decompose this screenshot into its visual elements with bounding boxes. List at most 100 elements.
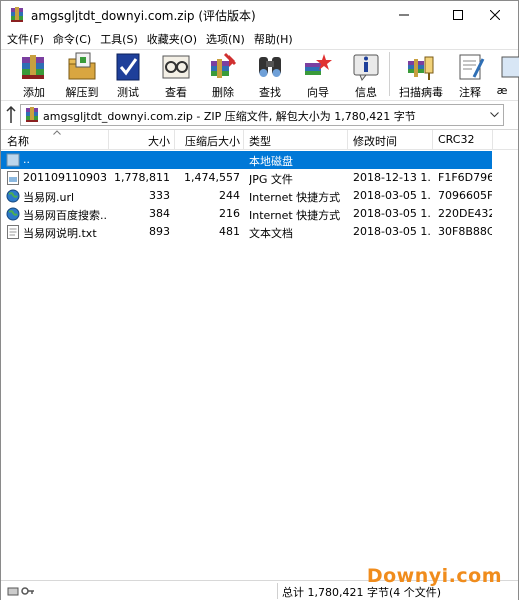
column-type[interactable]: 类型	[249, 133, 271, 149]
add-archive-icon	[22, 55, 44, 79]
title-bar[interactable]: amgsgljtdt_downyi.com.zip (评估版本)	[1, 1, 518, 28]
column-name[interactable]: 名称	[7, 133, 29, 149]
column-size[interactable]: 大小	[109, 133, 170, 149]
file-type: 文本文档	[249, 227, 293, 240]
key-icon	[21, 587, 34, 595]
file-packed-size: 481	[219, 225, 240, 238]
column-divider[interactable]	[243, 130, 244, 150]
file-packed-size: 216	[219, 207, 240, 220]
file-modified: 2018-03-05 1...	[353, 189, 431, 202]
column-header-row: 名称 大小 压缩后大小 类型 修改时间 CRC32	[1, 130, 518, 150]
info-label: 信息	[355, 86, 377, 99]
archive-path-text: amgsgljtdt_downyi.com.zip - ZIP 压缩文件, 解包…	[43, 110, 416, 123]
file-list: 名称 大小 压缩后大小 类型 修改时间 CRC32 .. 本地磁盘 201109…	[1, 129, 518, 579]
file-type: Internet 快捷方式	[249, 191, 341, 204]
overflow-label: æ	[496, 84, 508, 97]
file-row[interactable]: 20110911090345 1,778,811 1,474,557 JPG 文…	[1, 169, 492, 187]
file-crc: 7096605F	[438, 189, 492, 202]
menu-tools[interactable]: 工具(S)	[96, 28, 143, 48]
delete-icon	[211, 52, 237, 78]
more-tools-icon	[501, 56, 519, 78]
add-button[interactable]: 添加	[12, 50, 56, 100]
up-one-level-icon[interactable]	[4, 105, 18, 125]
virus-scan-icon	[408, 56, 434, 80]
wizard-button[interactable]: 向导	[296, 50, 340, 100]
file-size: 333	[149, 189, 170, 202]
file-modified: 2018-12-13 1...	[353, 171, 431, 184]
file-modified: 2018-03-05 1...	[353, 207, 431, 220]
column-divider[interactable]	[432, 130, 433, 150]
file-type: 本地磁盘	[249, 155, 293, 168]
archive-path-field[interactable]: amgsgljtdt_downyi.com.zip - ZIP 压缩文件, 解包…	[20, 104, 504, 126]
file-type: Internet 快捷方式	[249, 209, 341, 222]
minimize-button[interactable]	[381, 1, 427, 28]
file-row-parent[interactable]: .. 本地磁盘	[1, 151, 492, 169]
window-title: amgsgljtdt_downyi.com.zip (评估版本)	[31, 9, 256, 23]
jpg-file-icon	[7, 171, 19, 185]
view-icon	[162, 55, 190, 79]
info-button[interactable]: 信息	[344, 50, 388, 100]
file-name: 当易网.url	[23, 191, 75, 204]
toolbar-overflow-button[interactable]: æ	[494, 50, 519, 100]
sort-ascending-icon	[53, 130, 61, 135]
maximize-icon	[453, 9, 463, 20]
virus-scan-button[interactable]: 扫描病毒	[399, 50, 443, 100]
disk-icon	[7, 587, 19, 596]
menu-bar: 文件(F) 命令(C) 工具(S) 收藏夹(O) 选项(N) 帮助(H)	[1, 28, 518, 48]
file-packed-size: 1,474,557	[184, 171, 240, 184]
toolbar: 添加 解压到 测试 查看 删除 查找 向导 信息 扫描病毒 注释 æ	[1, 49, 519, 100]
file-row[interactable]: 当易网说明.txt 893 481 文本文档 2018-03-05 1... 3…	[1, 223, 492, 241]
info-icon	[353, 54, 379, 81]
file-name: 20110911090345	[23, 171, 106, 184]
file-crc: 30F8B88C	[438, 225, 492, 238]
comment-label: 注释	[459, 86, 481, 99]
toolbar-separator	[389, 52, 390, 96]
test-button[interactable]: 测试	[106, 50, 150, 100]
file-size: 1,778,811	[114, 171, 170, 184]
minimize-icon	[399, 14, 409, 15]
file-row[interactable]: 当易网.url 333 244 Internet 快捷方式 2018-03-05…	[1, 187, 492, 205]
close-icon	[490, 9, 500, 20]
archive-file-icon	[26, 107, 38, 122]
view-button[interactable]: 查看	[154, 50, 198, 100]
close-button[interactable]	[472, 1, 518, 28]
watermark-logo: Downyi.com	[366, 565, 502, 587]
file-type: JPG 文件	[249, 173, 293, 186]
test-icon	[116, 53, 140, 81]
find-button[interactable]: 查找	[248, 50, 292, 100]
menu-help[interactable]: 帮助(H)	[250, 28, 298, 48]
menu-favorites[interactable]: 收藏夹(O)	[143, 28, 202, 48]
winrar-app-icon	[11, 7, 23, 22]
file-row[interactable]: 当易网百度搜索... 384 216 Internet 快捷方式 2018-03…	[1, 205, 492, 223]
comment-icon	[459, 54, 485, 80]
delete-button[interactable]: 删除	[201, 50, 245, 100]
file-name: 当易网说明.txt	[23, 227, 97, 240]
file-size: 893	[149, 225, 170, 238]
internet-shortcut-icon	[6, 189, 20, 203]
comment-button[interactable]: 注释	[448, 50, 492, 100]
address-bar: amgsgljtdt_downyi.com.zip - ZIP 压缩文件, 解包…	[1, 100, 518, 128]
file-size: 384	[149, 207, 170, 220]
file-modified: 2018-03-05 1...	[353, 225, 431, 238]
virus-scan-label: 扫描病毒	[399, 86, 443, 99]
menu-file[interactable]: 文件(F)	[3, 28, 49, 48]
file-name: ..	[23, 153, 30, 166]
file-packed-size: 244	[219, 189, 240, 202]
file-name: 当易网百度搜索...	[23, 209, 106, 222]
menu-options[interactable]: 选项(N)	[202, 28, 250, 48]
column-modified[interactable]: 修改时间	[353, 133, 397, 149]
file-crc: F1F6D796	[438, 171, 492, 184]
internet-shortcut-icon	[6, 207, 20, 221]
extract-to-button[interactable]: 解压到	[60, 50, 104, 100]
column-divider[interactable]	[492, 130, 493, 150]
status-divider	[277, 583, 278, 599]
parent-folder-icon	[6, 153, 20, 167]
column-divider[interactable]	[347, 130, 348, 150]
column-crc[interactable]: CRC32	[438, 133, 474, 146]
text-file-icon	[7, 225, 19, 239]
file-crc: 220DE432	[438, 207, 492, 220]
column-packed[interactable]: 压缩后大小	[175, 133, 240, 149]
menu-commands[interactable]: 命令(C)	[49, 28, 96, 48]
winrar-window: amgsgljtdt_downyi.com.zip (评估版本) 文件(F) 命…	[0, 0, 519, 600]
chevron-down-icon[interactable]	[490, 112, 499, 118]
